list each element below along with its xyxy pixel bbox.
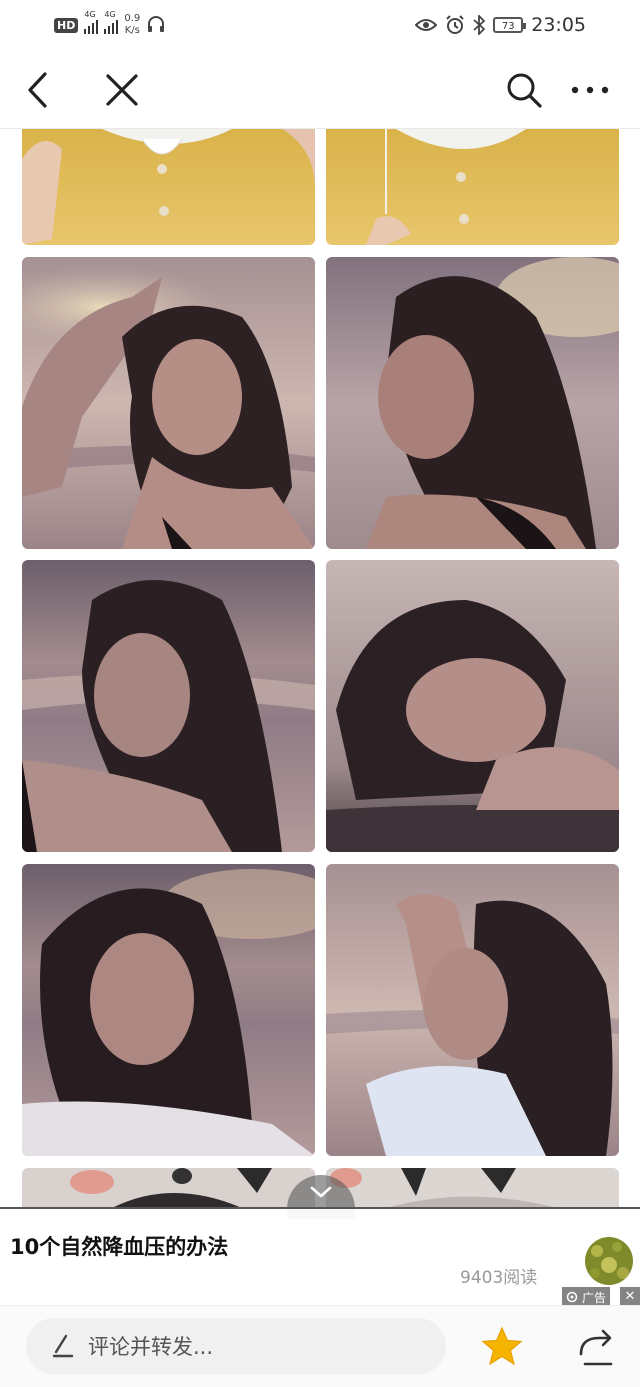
bottom-bar: 评论并转发... [0,1305,640,1387]
favorite-button[interactable] [480,1326,524,1372]
article-banner[interactable]: 10个自然降血压的办法 9403阅读 广告 ✕ [0,1207,640,1307]
comment-placeholder: 评论并转发... [88,1335,214,1359]
signal-icon: 4G [84,10,99,34]
ad-icon [566,1291,578,1303]
comment-input[interactable]: 评论并转发... [26,1318,446,1374]
chevron-left-icon [28,72,47,108]
ad-close-button[interactable]: ✕ [620,1287,640,1307]
status-bar: HD 4G 4G 0.9 K/s 73 23:05 [0,0,640,52]
battery-icon: 73 [493,17,527,33]
close-icon [106,74,138,106]
share-button[interactable] [575,1324,617,1372]
bluetooth-icon [473,15,486,35]
network-speed: 0.9 K/s [124,13,141,36]
signal-icon: 4G [104,10,119,34]
photo-tile[interactable] [22,129,315,245]
image-grid [0,129,640,1207]
article-thumbnail[interactable] [585,1237,633,1285]
status-right: 73 23:05 [415,10,586,40]
more-icon [571,86,609,94]
eye-icon [415,19,438,31]
pen-icon [52,1334,74,1358]
photo-tile[interactable] [22,1168,315,1207]
photo-tile[interactable] [326,129,619,245]
clock: 23:05 [531,14,586,36]
hd-indicator: HD [54,17,79,33]
ad-label: 广告 [562,1287,611,1307]
back-button[interactable] [14,66,62,114]
headphones-icon [148,16,165,32]
photo-tile[interactable] [22,864,315,1156]
top-navbar [0,52,640,129]
star-icon [481,1326,523,1366]
photo-tile[interactable] [326,1168,619,1207]
search-button[interactable] [500,66,548,114]
photo-tile[interactable] [22,257,315,549]
photo-tile[interactable] [22,560,315,852]
status-left: HD 4G 4G 0.9 K/s [54,10,166,40]
search-icon [507,73,542,108]
alarm-icon [446,15,464,34]
photo-tile[interactable] [326,864,619,1156]
chevron-down-icon [310,1186,332,1198]
close-button[interactable] [98,66,146,114]
article-title[interactable]: 10个自然降血压的办法 [10,1231,228,1261]
photo-tile[interactable] [326,257,619,549]
share-icon [579,1329,613,1366]
read-count: 9403阅读 [460,1268,538,1288]
more-button[interactable] [566,66,614,114]
photo-tile[interactable] [326,560,619,852]
